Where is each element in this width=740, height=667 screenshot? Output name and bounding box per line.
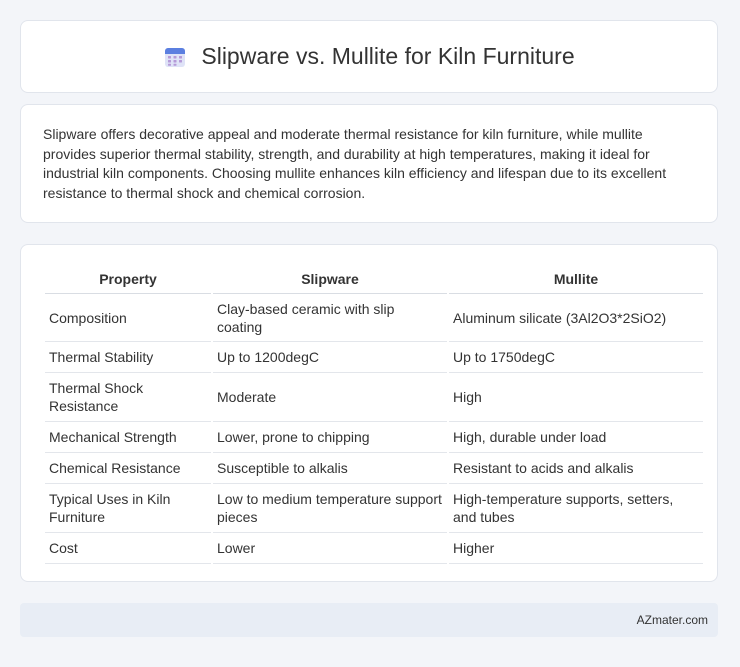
table-row: Thermal Shock Resistance Moderate High: [45, 373, 703, 422]
table-row: Chemical Resistance Susceptible to alkal…: [45, 453, 703, 484]
footer-brand: AZmater.com: [636, 613, 708, 627]
title-wrap: Slipware vs. Mullite for Kiln Furniture: [163, 43, 575, 70]
cell-property: Typical Uses in Kiln Furniture: [45, 484, 211, 533]
summary-card: Slipware offers decorative appeal and mo…: [20, 104, 718, 223]
cell-slipware: Up to 1200degC: [213, 342, 447, 373]
cell-mullite: Resistant to acids and alkalis: [449, 453, 703, 484]
table-header-row: Property Slipware Mullite: [45, 265, 703, 294]
page-title: Slipware vs. Mullite for Kiln Furniture: [201, 43, 575, 69]
cell-property: Chemical Resistance: [45, 453, 211, 484]
cell-slipware: Clay-based ceramic with slip coating: [213, 294, 447, 342]
cell-mullite: High-temperature supports, setters, and …: [449, 484, 703, 533]
cell-slipware: Lower: [213, 533, 447, 564]
summary-text: Slipware offers decorative appeal and mo…: [43, 126, 667, 201]
table-row: Mechanical Strength Lower, prone to chip…: [45, 422, 703, 453]
cell-slipware: Moderate: [213, 373, 447, 422]
table-row: Typical Uses in Kiln Furniture Low to me…: [45, 484, 703, 533]
cell-property: Cost: [45, 533, 211, 564]
cell-mullite: Up to 1750degC: [449, 342, 703, 373]
footer: AZmater.com: [20, 603, 718, 637]
title-card: Slipware vs. Mullite for Kiln Furniture: [20, 20, 718, 93]
cell-mullite: High, durable under load: [449, 422, 703, 453]
cell-property: Mechanical Strength: [45, 422, 211, 453]
cell-property: Composition: [45, 294, 211, 342]
cell-mullite: High: [449, 373, 703, 422]
header-slipware: Slipware: [213, 265, 447, 294]
table-row: Thermal Stability Up to 1200degC Up to 1…: [45, 342, 703, 373]
table-card: Property Slipware Mullite Composition Cl…: [20, 244, 718, 582]
cell-property: Thermal Shock Resistance: [45, 373, 211, 422]
cell-slipware: Lower, prone to chipping: [213, 422, 447, 453]
cell-property: Thermal Stability: [45, 342, 211, 373]
table-row: Composition Clay-based ceramic with slip…: [45, 294, 703, 342]
cell-mullite: Aluminum silicate (3Al2O3*2SiO2): [449, 294, 703, 342]
comparison-table: Property Slipware Mullite Composition Cl…: [43, 265, 705, 564]
cell-mullite: Higher: [449, 533, 703, 564]
header-property: Property: [45, 265, 211, 294]
cell-slipware: Low to medium temperature support pieces: [213, 484, 447, 533]
header-mullite: Mullite: [449, 265, 703, 294]
calendar-icon: [165, 47, 186, 67]
cell-slipware: Susceptible to alkalis: [213, 453, 447, 484]
table-row: Cost Lower Higher: [45, 533, 703, 564]
